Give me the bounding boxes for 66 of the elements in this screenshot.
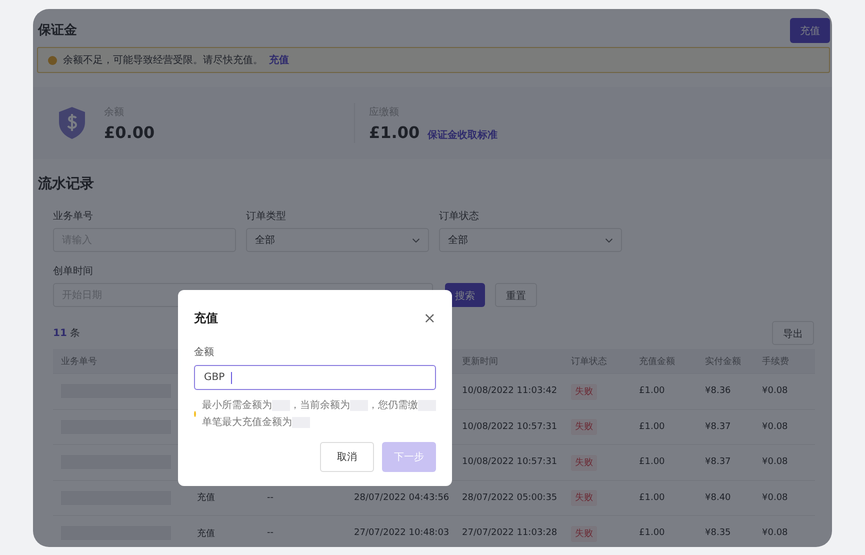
table-cell: £1.00 — [639, 528, 665, 538]
chevron-down-icon — [605, 238, 613, 242]
table-cell: ¥0.08 — [762, 492, 788, 503]
table-cell: ¥8.35 — [705, 528, 731, 538]
filter-label: 订单状态 — [439, 210, 480, 223]
dialog-title: 充值 — [194, 310, 218, 327]
status-tag: 失败 — [571, 526, 597, 542]
table-cell: 28/07/2022 04:43:56 — [354, 492, 450, 503]
section-title: 流水记录 — [37, 174, 95, 193]
hint-text: 最小所需金额为 — [202, 398, 272, 412]
shield-dollar-icon — [58, 106, 86, 140]
amount-input-field[interactable]: GBP — [194, 365, 436, 390]
table-cell: 27/07/2022 10:48:03 — [354, 528, 450, 538]
table-cell: ¥8.37 — [705, 457, 731, 468]
export-button[interactable]: 导出 — [772, 321, 814, 345]
table-cell: £1.00 — [639, 457, 665, 468]
status-tag: 失败 — [571, 454, 597, 471]
table-cell: ¥0.08 — [762, 422, 788, 432]
record-count: 11 条 — [53, 327, 80, 340]
status-tag: 失败 — [571, 384, 597, 400]
warning-icon — [48, 56, 57, 64]
recharge-link[interactable]: 充值 — [269, 53, 289, 67]
table-cell: ¥0.08 — [762, 457, 788, 468]
column-header: 实付金额 — [705, 356, 741, 366]
table-cell: ¥0.08 — [762, 528, 788, 538]
column-header: 业务单号 — [61, 356, 97, 366]
page-title: 保证金 — [38, 22, 77, 39]
table-cell: 28/07/2022 05:00:35 — [462, 492, 558, 503]
table-cell: 充值 — [197, 493, 215, 504]
due-value: £1.00 — [369, 122, 420, 142]
table-cell: £1.00 — [639, 386, 665, 396]
cancel-button[interactable]: 取消 — [320, 442, 374, 472]
status-tag: 失败 — [571, 419, 597, 436]
status-tag: 失败 — [571, 490, 597, 506]
table-cell: ¥8.36 — [705, 386, 731, 396]
table-cell: £1.00 — [639, 422, 665, 432]
hint-text: ，当前余额为 — [290, 398, 350, 412]
column-header: 手续费 — [762, 356, 789, 366]
select-field[interactable]: 全部 — [246, 228, 429, 252]
column-header: 订单状态 — [571, 356, 607, 366]
column-header: 更新时间 — [462, 356, 498, 366]
reset-button[interactable]: 重置 — [495, 283, 537, 307]
table-cell: -- — [267, 528, 274, 538]
hint-text: 单笔最大充值金额为 — [202, 416, 292, 429]
hint-text: ，您仍需缴 — [368, 399, 418, 412]
filter-label: 业务单号 — [53, 210, 94, 223]
table-cell: 10/08/2022 11:03:42 — [462, 386, 558, 396]
deposit-standard-link[interactable]: 保证金收取标准 — [428, 128, 498, 142]
filter-label: 创单时间 — [53, 264, 94, 278]
table-cell: 充值 — [197, 528, 215, 539]
chevron-down-icon — [412, 238, 420, 242]
table-cell: -- — [267, 492, 274, 503]
table-cell: ¥8.37 — [705, 422, 731, 432]
filter-label: 订单类型 — [246, 210, 287, 223]
select-field[interactable]: 全部 — [439, 228, 622, 252]
table-cell: ¥0.08 — [762, 386, 788, 396]
recharge-button[interactable]: 充值 — [790, 18, 830, 42]
warning-text: 余额不足，可能导致经营受限。请尽快充值。 — [63, 54, 263, 67]
table-cell: 10/08/2022 10:57:31 — [462, 422, 558, 432]
table-cell: ¥8.40 — [705, 492, 731, 503]
column-header: 充值金额 — [639, 356, 675, 366]
table-cell: £1.00 — [639, 492, 665, 503]
balance-value: £0.00 — [104, 122, 156, 142]
field-label: 金额 — [194, 346, 215, 359]
table-cell: 10/08/2022 10:57:31 — [462, 457, 558, 468]
table-cell: 27/07/2022 11:03:28 — [462, 528, 558, 538]
